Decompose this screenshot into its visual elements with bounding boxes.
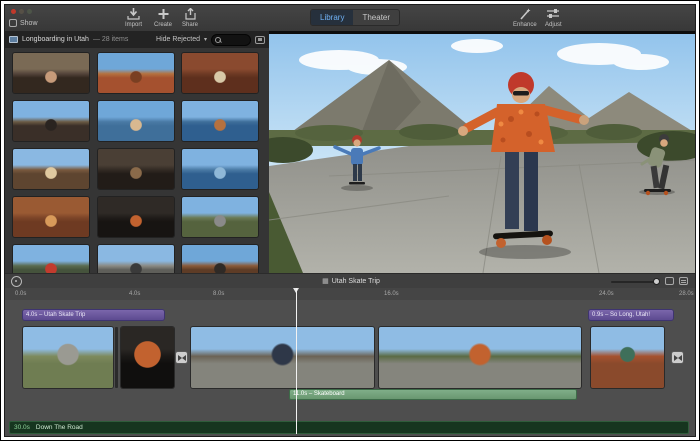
clip-edge-handle[interactable] — [115, 327, 118, 388]
viewer-toggle-icon[interactable] — [255, 36, 265, 44]
clip-appearance-icon[interactable] — [665, 277, 674, 285]
browser-clip-thumbnail[interactable] — [98, 197, 174, 237]
timeline-clip-selfie-desert[interactable] — [591, 327, 664, 388]
adjust-button[interactable]: Adjust — [545, 8, 562, 28]
title-clip-bar[interactable]: 4.0s – Utah Skate Trip — [23, 310, 164, 320]
timeline-clip-desert-road[interactable] — [23, 327, 113, 388]
zoom-window-button[interactable] — [27, 9, 32, 14]
timeline-clip-skaters-downhill[interactable] — [191, 327, 374, 388]
browser-clip-thumbnail[interactable] — [182, 149, 258, 189]
timeline-header: ▦Utah Skate Trip — [5, 273, 696, 289]
browser-clip-thumbnail[interactable] — [98, 101, 174, 141]
imovie-window: Show Import Create Share LibraryTheater — [4, 4, 696, 437]
title-clip-bar[interactable]: 0.9s – So Long, Utah! — [589, 310, 673, 320]
zoom-slider-knob[interactable] — [653, 278, 660, 285]
create-button[interactable]: Create — [154, 8, 172, 28]
show-label: Show — [20, 20, 38, 27]
sliders-icon — [546, 8, 560, 20]
timeline-clip-skater-closeup[interactable] — [379, 327, 581, 388]
browser-clip-thumbnail[interactable] — [182, 101, 258, 141]
project-title: ▦Utah Skate Trip — [5, 277, 696, 285]
browser-clip-thumbnail[interactable] — [13, 101, 89, 141]
transition-icon[interactable] — [175, 351, 188, 364]
import-button[interactable]: Import — [125, 8, 142, 28]
search-input[interactable] — [211, 34, 251, 46]
browser-clip-thumbnail[interactable] — [13, 149, 89, 189]
photo-frame-icon — [9, 19, 17, 27]
ruler-tick-label: 28.0s — [679, 291, 694, 297]
browser-clip-thumbnail[interactable] — [13, 245, 89, 273]
viewer-pane — [269, 31, 696, 273]
transition-icon[interactable] — [671, 351, 684, 364]
timeline-settings-icon[interactable] — [679, 277, 688, 285]
import-icon — [127, 8, 140, 20]
filter-dropdown[interactable]: Hide Rejected — [156, 36, 200, 43]
close-window-button[interactable] — [11, 9, 16, 14]
browser-clip-thumbnail[interactable] — [98, 53, 174, 93]
create-label: Create — [154, 22, 172, 28]
event-title: Longboarding in Utah — [22, 36, 89, 43]
viewer-image — [269, 34, 696, 273]
ruler-tick-label: 0.0s — [15, 291, 26, 297]
tab-library[interactable]: Library — [311, 10, 353, 25]
event-item-count: — 28 items — [93, 36, 128, 43]
event-browser-grid — [5, 48, 269, 273]
tab-theater[interactable]: Theater — [353, 10, 399, 25]
browser-clip-thumbnail[interactable] — [182, 197, 258, 237]
playhead[interactable] — [296, 288, 297, 434]
share-label: Share — [182, 22, 198, 28]
ruler-tick-label: 24.0s — [599, 291, 614, 297]
browser-clip-thumbnail[interactable] — [182, 53, 258, 93]
music-duration: 30.0s — [14, 424, 30, 431]
screenshot-root: { "toolbar": { "show_label": "Show", "im… — [0, 0, 700, 441]
music-track-name: Down The Road — [36, 424, 83, 431]
browser-clip-thumbnail[interactable] — [98, 245, 174, 273]
browser-clip-thumbnail[interactable] — [13, 197, 89, 237]
browser-clip-thumbnail[interactable] — [182, 245, 258, 273]
project-grid-icon: ▦ — [322, 278, 329, 285]
magic-wand-icon — [518, 8, 531, 20]
browser-clip-thumbnail[interactable] — [98, 149, 174, 189]
plus-icon — [157, 8, 170, 20]
highlight-range-bar[interactable]: 11.0s – Skateboard — [289, 389, 577, 400]
enhance-label: Enhance — [513, 22, 537, 28]
enhance-button[interactable]: Enhance — [513, 8, 537, 28]
ruler-tick-label: 4.0s — [129, 291, 140, 297]
timeline-clips-area: 4.0s – Utah Skate Trip 0.9s – So Long, Ut… — [5, 300, 696, 437]
minimize-window-button[interactable] — [19, 9, 24, 14]
library-theater-tabs: LibraryTheater — [310, 9, 400, 26]
toolbar: Show Import Create Share LibraryTheater — [5, 5, 696, 32]
ruler-tick-label: 8.0s — [213, 291, 224, 297]
zoom-slider[interactable] — [611, 281, 657, 283]
search-icon — [215, 37, 221, 43]
browser-clip-thumbnail[interactable] — [13, 53, 89, 93]
share-icon — [184, 8, 197, 20]
ruler-tick-label: 16.0s — [384, 291, 399, 297]
adjust-label: Adjust — [545, 22, 562, 28]
timeline-clip-skateboard-wheel[interactable] — [121, 327, 174, 388]
event-icon — [9, 36, 18, 43]
show-browser-button[interactable]: Show — [9, 19, 38, 27]
share-button[interactable]: Share — [182, 8, 198, 28]
import-label: Import — [125, 22, 142, 28]
music-track-clip[interactable]: 30.0s Down The Road — [9, 421, 689, 434]
event-browser-header: Longboarding in Utah — 28 items Hide Rej… — [5, 31, 269, 49]
chevron-down-icon[interactable]: ▾ — [204, 36, 207, 43]
